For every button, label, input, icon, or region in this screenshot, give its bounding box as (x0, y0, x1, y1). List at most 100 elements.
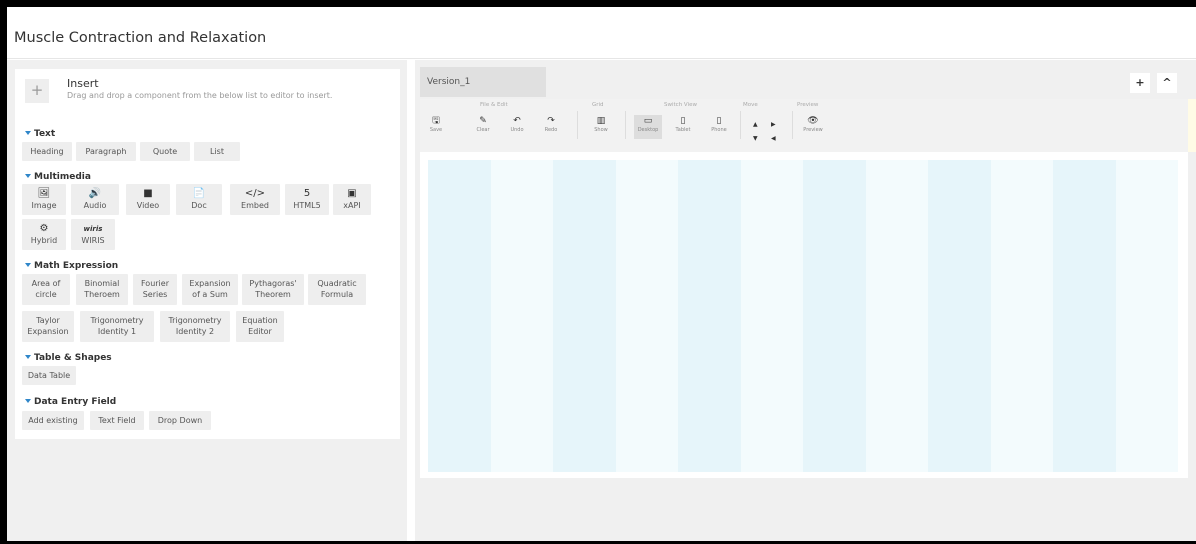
tablet-icon: ▯ (680, 116, 686, 126)
section-multimedia[interactable]: Multimedia (25, 172, 91, 182)
clear-button[interactable]: ✎ Clear (472, 115, 494, 139)
text-field-button[interactable]: Text Field (90, 411, 144, 430)
caret-down-icon (25, 130, 31, 135)
section-multimedia-label: Multimedia (34, 172, 91, 182)
math-label-line1: Taylor (36, 316, 60, 325)
math-label-line1: Trigonometry (90, 316, 144, 325)
media-image-label: Image (31, 201, 57, 210)
move-left-icon[interactable]: ◀ (771, 135, 776, 142)
group-label-switch-view: Switch View (664, 102, 697, 108)
document-icon: 📄 (192, 188, 206, 199)
grid-column (678, 160, 741, 472)
media-hybrid-button[interactable]: ⚙ Hybrid (22, 219, 66, 250)
math-label-line2: circle (35, 290, 57, 299)
grid-column (928, 160, 991, 472)
drop-down-button[interactable]: Drop Down (149, 411, 211, 430)
caret-down-icon (25, 398, 31, 403)
text-quote-button[interactable]: Quote (140, 142, 190, 161)
media-html5-label: HTML5 (293, 201, 321, 210)
add-existing-button[interactable]: Add existing (22, 411, 84, 430)
math-taylor-button[interactable]: Taylor Expansion (22, 311, 74, 342)
group-label-move: Move (743, 102, 758, 108)
math-label-line2: Formula (320, 290, 354, 299)
section-entry-label: Data Entry Field (34, 397, 117, 407)
phone-icon: ▯ (716, 116, 722, 126)
math-pythagoras-button[interactable]: Pythagoras' Theorem (242, 274, 304, 305)
grid-column (740, 160, 803, 472)
media-doc-button[interactable]: 📄 Doc (176, 184, 222, 215)
group-label-file-edit: File & Edit (480, 102, 508, 108)
math-fourier-button[interactable]: Fourier Series (133, 274, 177, 305)
group-label-preview: Preview (797, 102, 819, 108)
math-equation-editor-button[interactable]: Equation Editor (236, 311, 284, 342)
editor-canvas[interactable] (420, 152, 1188, 478)
math-label-line2: Identity 2 (175, 327, 215, 336)
grid-column (865, 160, 928, 472)
math-label-line2: Series (142, 290, 168, 299)
undo-button[interactable]: ↶ Undo (506, 115, 528, 139)
media-html5-button[interactable]: 5 HTML5 (285, 184, 329, 215)
text-heading-button[interactable]: Heading (22, 142, 72, 161)
caret-down-icon (25, 262, 31, 267)
caret-down-icon (25, 173, 31, 178)
section-text[interactable]: Text (25, 129, 55, 139)
html5-icon: 5 (303, 188, 311, 199)
grid-show-button[interactable]: ▥ Show (590, 115, 612, 139)
wiris-icon: wiris (83, 225, 103, 233)
section-entry[interactable]: Data Entry Field (25, 397, 116, 407)
toolbar-divider (577, 111, 578, 139)
grid-column (490, 160, 553, 472)
redo-label: Redo (544, 127, 558, 133)
media-audio-label: Audio (83, 201, 107, 210)
math-binomial-button[interactable]: Binomial Theroem (76, 274, 128, 305)
media-video-button[interactable]: ■ Video (126, 184, 170, 215)
section-math-label: Math Expression (34, 261, 119, 271)
redo-icon: ↷ (547, 116, 555, 126)
data-table-button[interactable]: Data Table (22, 366, 76, 385)
undo-icon: ↶ (513, 116, 521, 126)
section-table-label: Table & Shapes (34, 353, 112, 363)
move-up-icon[interactable]: ▲ (753, 121, 758, 128)
save-label: Save (429, 127, 443, 133)
group-label-grid: Grid (592, 102, 604, 108)
hybrid-icon: ⚙ (39, 223, 49, 234)
preview-button[interactable]: 👁 Preview (800, 115, 826, 139)
move-right-icon[interactable]: ▶ (771, 121, 776, 128)
grid-column (990, 160, 1053, 472)
tablet-label: Tablet (675, 127, 691, 133)
collapse-button[interactable]: ^ (1157, 73, 1177, 93)
math-label-line1: Binomial (84, 279, 120, 288)
media-wiris-button[interactable]: wiris WIRIS (71, 219, 115, 250)
move-down-icon[interactable]: ▼ (753, 135, 758, 142)
tab-version-1[interactable]: Version_1 (420, 67, 546, 97)
add-version-button[interactable]: + (1130, 73, 1150, 93)
text-paragraph-button[interactable]: Paragraph (76, 142, 136, 161)
text-list-button[interactable]: List (194, 142, 240, 161)
math-expansion-sum-button[interactable]: Expansion of a Sum (182, 274, 238, 305)
math-trig-identity-1-button[interactable]: Trigonometry Identity 1 (80, 311, 154, 342)
desktop-view-button[interactable]: ▭ Desktop (634, 115, 662, 139)
page-title: Muscle Contraction and Relaxation (14, 30, 267, 46)
grid-column (428, 160, 491, 472)
insert-panel: + Insert Drag and drop a component from … (15, 69, 400, 439)
section-math[interactable]: Math Expression (25, 261, 118, 271)
math-area-of-circle-button[interactable]: Area of circle (22, 274, 70, 305)
title-bar: Muscle Contraction and Relaxation (7, 7, 1196, 59)
eraser-icon: ✎ (479, 116, 487, 126)
phone-view-button[interactable]: ▯ Phone (708, 115, 730, 139)
media-xapi-button[interactable]: ▣ xAPI (333, 184, 371, 215)
media-image-button[interactable]: 🖼 Image (22, 184, 66, 215)
redo-button[interactable]: ↷ Redo (540, 115, 562, 139)
section-table[interactable]: Table & Shapes (25, 353, 112, 363)
tablet-view-button[interactable]: ▯ Tablet (672, 115, 694, 139)
math-label-line1: Trigonometry (168, 316, 222, 325)
math-quadratic-button[interactable]: Quadratic Formula (308, 274, 366, 305)
save-icon: 🖫 (432, 116, 440, 126)
section-text-label: Text (34, 129, 56, 139)
caret-down-icon (25, 354, 31, 359)
phone-label: Phone (711, 127, 727, 133)
media-embed-button[interactable]: </> Embed (230, 184, 280, 215)
math-trig-identity-2-button[interactable]: Trigonometry Identity 2 (160, 311, 230, 342)
save-button[interactable]: 🖫 Save (425, 115, 447, 139)
media-audio-button[interactable]: 🔊 Audio (71, 184, 119, 215)
